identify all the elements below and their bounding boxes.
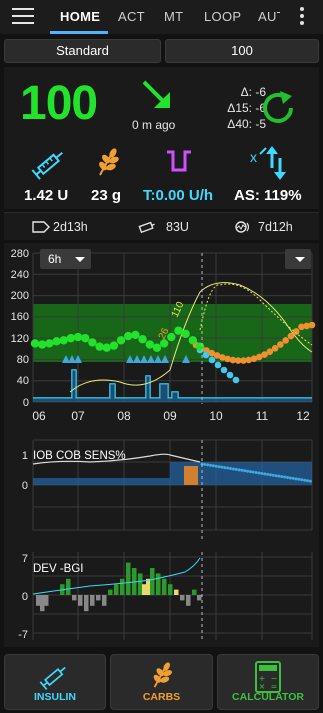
reservoir-level: 83U bbox=[166, 220, 189, 234]
time-range-dropdown[interactable]: 6h bbox=[40, 249, 91, 269]
cannula-age: 2d13h bbox=[53, 220, 88, 234]
syringe-icon bbox=[39, 666, 66, 691]
tab-loop[interactable]: LOOP bbox=[204, 9, 241, 24]
delta-15: Δ15: -6 bbox=[227, 101, 266, 115]
syringe-icon[interactable] bbox=[30, 145, 70, 181]
sensor-age: 7d12h bbox=[258, 220, 293, 234]
carbs-button[interactable]: CARBS bbox=[110, 654, 213, 710]
chevron-down-icon bbox=[75, 257, 85, 262]
temp-basal-icon[interactable] bbox=[165, 148, 193, 176]
temp-basal-value: T:0.00 U/h bbox=[143, 187, 214, 204]
chevron-down-icon bbox=[295, 257, 305, 262]
calculator-icon: + − × = bbox=[255, 661, 281, 693]
svg-text:x: x bbox=[250, 149, 257, 165]
tab-automation[interactable]: AUT bbox=[258, 9, 280, 24]
insulin-button[interactable]: INSULIN bbox=[4, 654, 106, 710]
tab-actions[interactable]: ACT bbox=[118, 9, 145, 24]
carbs-wheat-icon bbox=[153, 662, 172, 688]
hamburger-menu-icon[interactable] bbox=[12, 8, 34, 26]
overflow-menu-icon[interactable] bbox=[297, 7, 307, 27]
carbs-wheat-icon[interactable] bbox=[94, 147, 122, 177]
svg-text:×: × bbox=[259, 682, 266, 691]
calculator-button-label: CALCULATOR bbox=[232, 691, 304, 703]
trend-arrow-down-right-icon bbox=[142, 80, 170, 108]
autosens-icon[interactable]: x bbox=[248, 146, 288, 180]
reservoir-icon bbox=[138, 221, 155, 233]
bg-value[interactable]: 100 bbox=[20, 76, 98, 131]
carbs-button-label: CARBS bbox=[142, 691, 181, 703]
bg-deltas: Δ: -6 Δ15: -6 Δ40: -5 bbox=[196, 84, 266, 132]
profile-button[interactable]: Standard bbox=[4, 39, 161, 63]
tab-home[interactable]: HOME bbox=[60, 9, 100, 24]
delta-40: Δ40: -5 bbox=[227, 117, 266, 131]
loop-status-icon[interactable] bbox=[258, 88, 298, 128]
sensor-icon bbox=[235, 221, 250, 233]
time-range-value: 6h bbox=[48, 252, 62, 266]
iob-value: 1.42 U bbox=[24, 187, 69, 204]
top-app-bar: HOME ACT MT LOOP AUT bbox=[0, 0, 323, 34]
svg-text:=: = bbox=[271, 682, 278, 691]
autosens-value: AS: 119% bbox=[234, 187, 302, 204]
graph-area bbox=[4, 243, 319, 647]
tab-treatments[interactable]: MT bbox=[164, 9, 183, 24]
insulin-button-label: INSULIN bbox=[34, 691, 76, 703]
profile-percentage-button[interactable]: 100 bbox=[165, 39, 319, 63]
cannula-icon bbox=[32, 221, 50, 233]
bg-age: 0 m ago bbox=[132, 118, 176, 132]
tab-active-indicator bbox=[50, 31, 108, 34]
cob-value: 23 g bbox=[91, 187, 122, 204]
calculator-button[interactable]: + − × = CALCULATOR bbox=[217, 654, 319, 710]
delta: Δ: -6 bbox=[240, 85, 266, 99]
graph-options-dropdown[interactable] bbox=[285, 249, 311, 269]
